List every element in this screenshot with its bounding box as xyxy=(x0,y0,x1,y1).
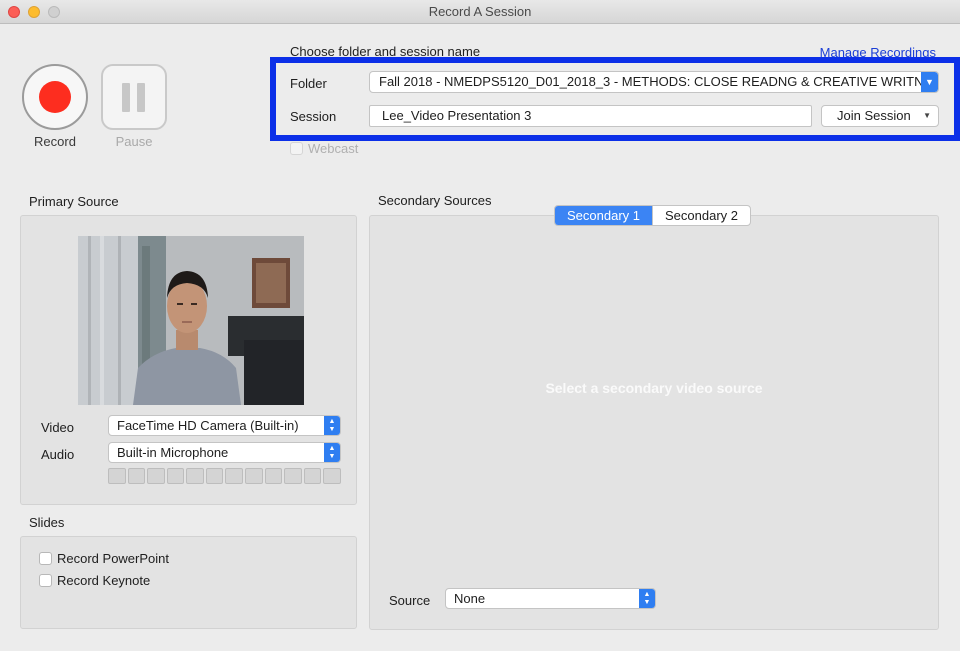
secondary-sources-heading: Secondary Sources xyxy=(378,193,492,208)
pause-button[interactable] xyxy=(101,64,167,130)
record-keynote-checkbox[interactable]: Record Keynote xyxy=(39,573,150,588)
secondary-source-value: None xyxy=(454,591,486,606)
pause-label: Pause xyxy=(115,134,153,149)
source-label: Source xyxy=(389,593,431,608)
slides-heading: Slides xyxy=(29,515,65,530)
webcast-label: Webcast xyxy=(308,141,359,156)
record-icon xyxy=(39,81,71,113)
pause-icon xyxy=(122,83,130,112)
secondary-tabs: Secondary 1 Secondary 2 xyxy=(554,205,751,226)
audio-level-meter xyxy=(108,468,341,484)
up-down-arrows-icon: ▲ ▼ xyxy=(324,443,340,462)
meter-segment xyxy=(284,468,302,484)
meter-segment xyxy=(186,468,204,484)
secondary-placeholder-text: Select a secondary video source xyxy=(545,380,763,396)
video-label: Video xyxy=(41,420,75,435)
camera-preview xyxy=(78,236,304,405)
meter-segment xyxy=(225,468,244,484)
meter-segment xyxy=(147,468,165,484)
webcam-image xyxy=(78,236,304,405)
meter-segment xyxy=(166,468,185,484)
checkbox-icon xyxy=(39,552,52,565)
meter-segment xyxy=(127,468,146,484)
webcast-checkbox[interactable]: Webcast xyxy=(290,141,358,156)
primary-source-heading: Primary Source xyxy=(29,194,119,209)
record-powerpoint-checkbox[interactable]: Record PowerPoint xyxy=(39,551,169,566)
record-keynote-label: Record Keynote xyxy=(57,573,151,588)
title-bar: Record A Session xyxy=(0,0,960,24)
meter-segment xyxy=(108,468,126,484)
tab-secondary-1[interactable]: Secondary 1 xyxy=(555,206,652,225)
video-source-value: FaceTime HD Camera (Built-in) xyxy=(117,418,299,433)
record-button[interactable] xyxy=(22,64,88,130)
secondary-source-select[interactable]: None ▲ ▼ xyxy=(445,588,656,609)
checkbox-icon xyxy=(39,574,52,587)
meter-segment xyxy=(323,468,341,484)
meter-segment xyxy=(245,468,263,484)
secondary-sources-panel xyxy=(369,215,939,630)
window-title: Record A Session xyxy=(428,4,532,19)
audio-label: Audio xyxy=(41,447,75,462)
up-down-arrows-icon: ▲ ▼ xyxy=(639,589,655,608)
audio-source-value: Built-in Microphone xyxy=(117,445,229,460)
meter-segment xyxy=(205,468,224,484)
highlight-box xyxy=(270,57,960,141)
up-down-arrows-icon: ▲ ▼ xyxy=(324,416,340,435)
record-label: Record xyxy=(34,134,76,149)
pause-icon-bar xyxy=(137,83,145,112)
meter-segment xyxy=(264,468,283,484)
tab-secondary-2[interactable]: Secondary 2 xyxy=(652,206,750,225)
record-powerpoint-label: Record PowerPoint xyxy=(57,551,169,566)
video-source-select[interactable]: FaceTime HD Camera (Built-in) ▲ ▼ xyxy=(108,415,341,436)
checkbox-icon xyxy=(290,142,303,155)
audio-source-select[interactable]: Built-in Microphone ▲ ▼ xyxy=(108,442,341,463)
meter-segment xyxy=(303,468,322,484)
